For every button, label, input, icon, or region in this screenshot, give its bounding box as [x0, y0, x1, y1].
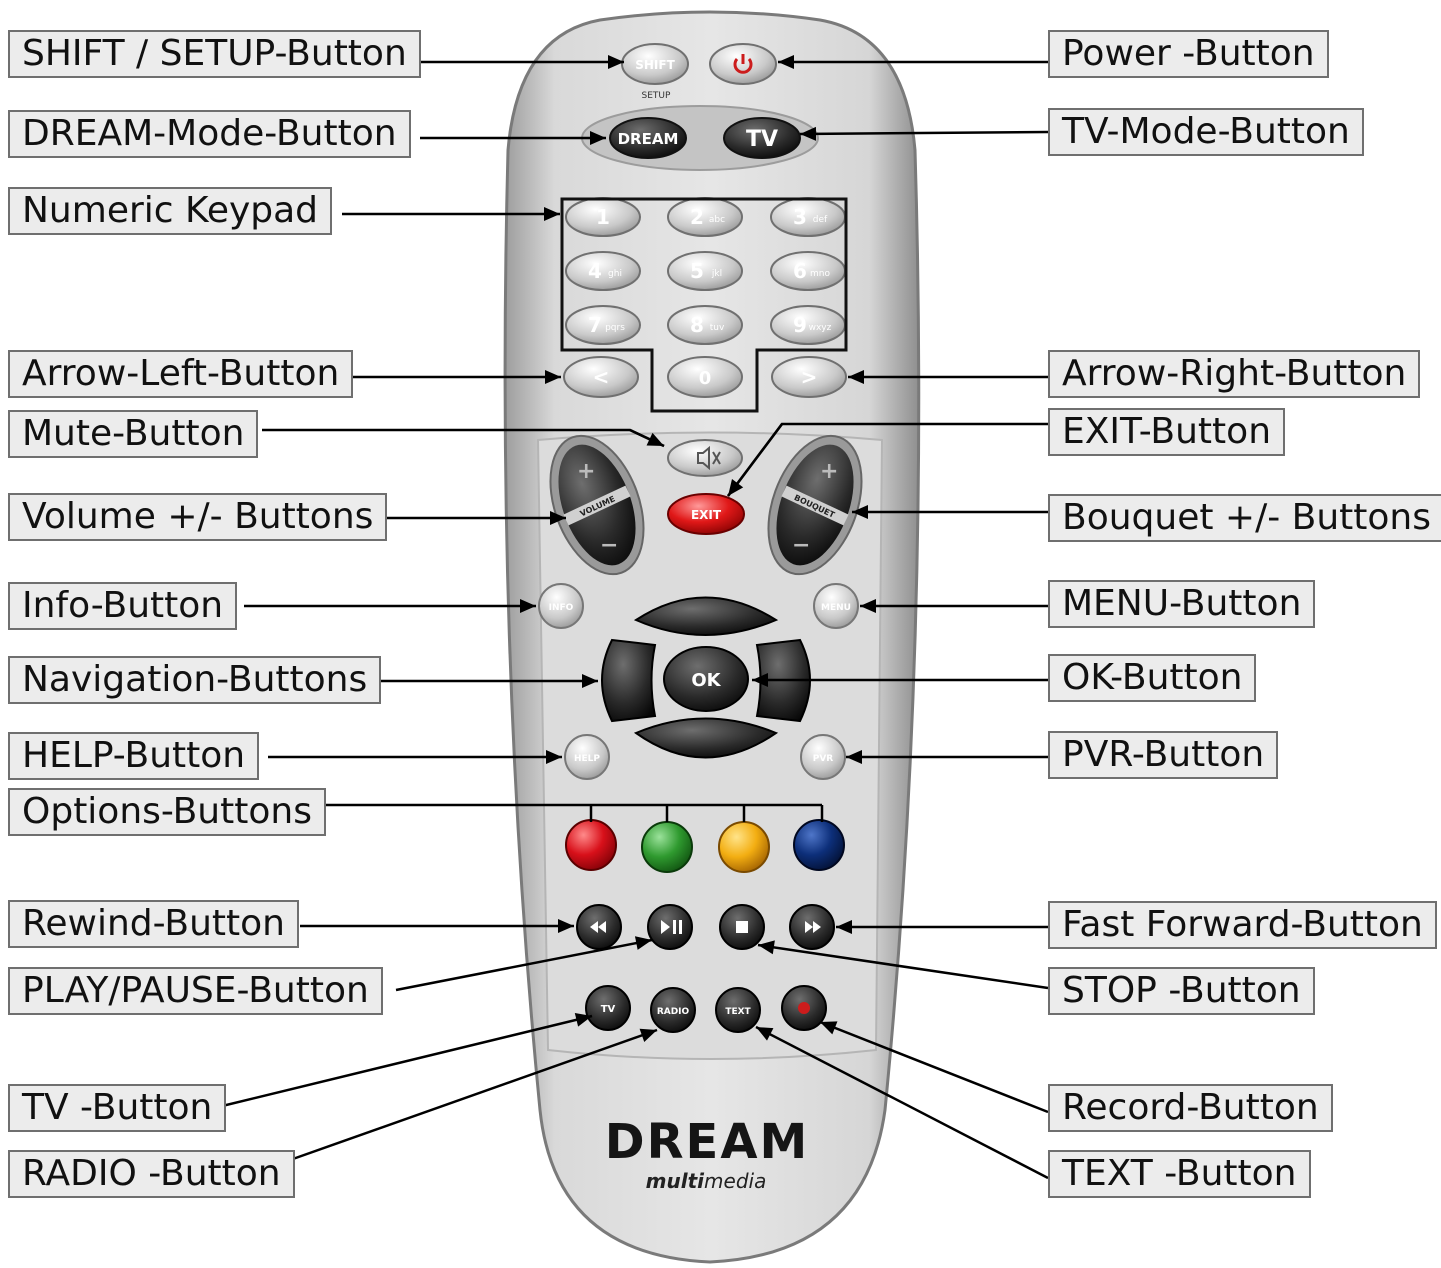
callout-arrow-left: Arrow-Left-Button: [8, 350, 354, 398]
callout-info: Info-Button: [8, 582, 238, 630]
callout-options: Options-Buttons: [8, 788, 326, 836]
red-option-button[interactable]: [565, 819, 617, 871]
key-3-letters: def: [813, 215, 828, 225]
callout-bouquet: Bouquet +/- Buttons: [1048, 494, 1441, 542]
key-2-label: 2: [690, 205, 704, 229]
leader-info: [244, 599, 536, 613]
volume-minus: −: [600, 533, 618, 558]
key-2-letters: abc: [709, 215, 725, 225]
callout-fast-forward: Fast Forward-Button: [1048, 901, 1437, 949]
numeric-keypad: 1 2 abc 3 def 4 ghi 5 jkl 6 mno 7 pqrs 8 tuv 9 wxyz: [565, 197, 846, 345]
tv-mode-label: TV: [746, 127, 778, 152]
key-2-button[interactable]: [667, 197, 743, 237]
ok-label: OK: [691, 670, 721, 691]
callout-power: Power -Button: [1048, 30, 1329, 78]
key-6-label: 6: [793, 259, 807, 283]
tv-label: TV: [601, 1004, 616, 1015]
help-label: HELP: [574, 754, 600, 764]
key-8-letters: tuv: [710, 323, 725, 333]
key-7-letters: pqrs: [605, 323, 625, 333]
callout-mute: Mute-Button: [8, 410, 259, 458]
key-8-label: 8: [690, 313, 704, 337]
key-7-button[interactable]: [565, 305, 641, 345]
callout-arrow-right: Arrow-Right-Button: [1048, 350, 1421, 398]
remote-diagram: SHIFT SETUP DREAM TV 1 2 abc 3 def 4 ghi 5 jkl 6 m…: [0, 0, 1441, 1268]
key-8-button[interactable]: [667, 305, 743, 345]
brand-logo: DREAM: [605, 1114, 810, 1170]
callout-text: TEXT -Button: [1048, 1150, 1311, 1198]
callout-pvr: PVR-Button: [1048, 731, 1279, 779]
callout-tv-mode: TV-Mode-Button: [1048, 108, 1364, 156]
key-4-label: 4: [588, 259, 602, 283]
arrow-right-label: >: [801, 365, 818, 389]
callout-exit: EXIT-Button: [1048, 408, 1286, 456]
pvr-label: PVR: [813, 754, 834, 764]
record-icon: [798, 1002, 810, 1014]
callout-shift-setup: SHIFT / SETUP-Button: [8, 30, 421, 78]
callout-tv: TV -Button: [8, 1084, 227, 1132]
callout-record: Record-Button: [1048, 1084, 1333, 1132]
info-label: INFO: [549, 603, 574, 613]
radio-label: RADIO: [657, 1007, 690, 1017]
key-6-button[interactable]: [770, 251, 846, 291]
key-5-button[interactable]: [667, 251, 743, 291]
mute-button[interactable]: [667, 439, 743, 477]
bouquet-minus: −: [792, 533, 810, 558]
arrow-left-label: <: [593, 365, 610, 389]
stop-icon: [736, 921, 748, 933]
key-4-letters: ghi: [608, 269, 622, 279]
key-3-button[interactable]: [770, 197, 846, 237]
nav-left-button[interactable]: [601, 638, 657, 723]
key-9-label: 9: [793, 313, 807, 337]
callout-dream-mode: DREAM-Mode-Button: [8, 110, 411, 158]
callout-menu: MENU-Button: [1048, 580, 1316, 628]
blue-option-button[interactable]: [793, 819, 845, 871]
key-5-letters: jkl: [711, 269, 722, 279]
text-label: TEXT: [725, 1007, 751, 1017]
callout-help: HELP-Button: [8, 732, 260, 780]
callout-play-pause: PLAY/PAUSE-Button: [8, 967, 383, 1015]
key-5-label: 5: [690, 259, 704, 283]
bouquet-plus: +: [820, 459, 838, 484]
callout-ok: OK-Button: [1048, 654, 1257, 702]
callout-navigation: Navigation-Buttons: [8, 656, 382, 704]
key-3-label: 3: [793, 205, 807, 229]
volume-plus: +: [577, 459, 595, 484]
callout-volume: Volume +/- Buttons: [8, 493, 388, 541]
zero-label: 0: [699, 368, 712, 389]
callout-radio: RADIO -Button: [8, 1150, 295, 1198]
key-7-label: 7: [588, 313, 602, 337]
green-option-button[interactable]: [641, 821, 693, 873]
exit-label: EXIT: [691, 508, 722, 522]
menu-label: MENU: [821, 603, 851, 613]
dream-mode-label: DREAM: [618, 130, 679, 148]
key-4-button[interactable]: [565, 251, 641, 291]
key-6-letters: mno: [810, 269, 830, 279]
brand-subtitle: multimedia: [646, 1169, 767, 1193]
shift-label: SHIFT: [635, 58, 675, 72]
key-9-letters: wxyz: [809, 323, 832, 333]
callout-rewind: Rewind-Button: [8, 900, 299, 948]
setup-label: SETUP: [642, 91, 671, 101]
yellow-option-button[interactable]: [718, 821, 770, 873]
callout-numeric-keypad: Numeric Keypad: [8, 187, 333, 235]
callout-stop: STOP -Button: [1048, 967, 1315, 1015]
key-1-label: 1: [596, 205, 610, 229]
